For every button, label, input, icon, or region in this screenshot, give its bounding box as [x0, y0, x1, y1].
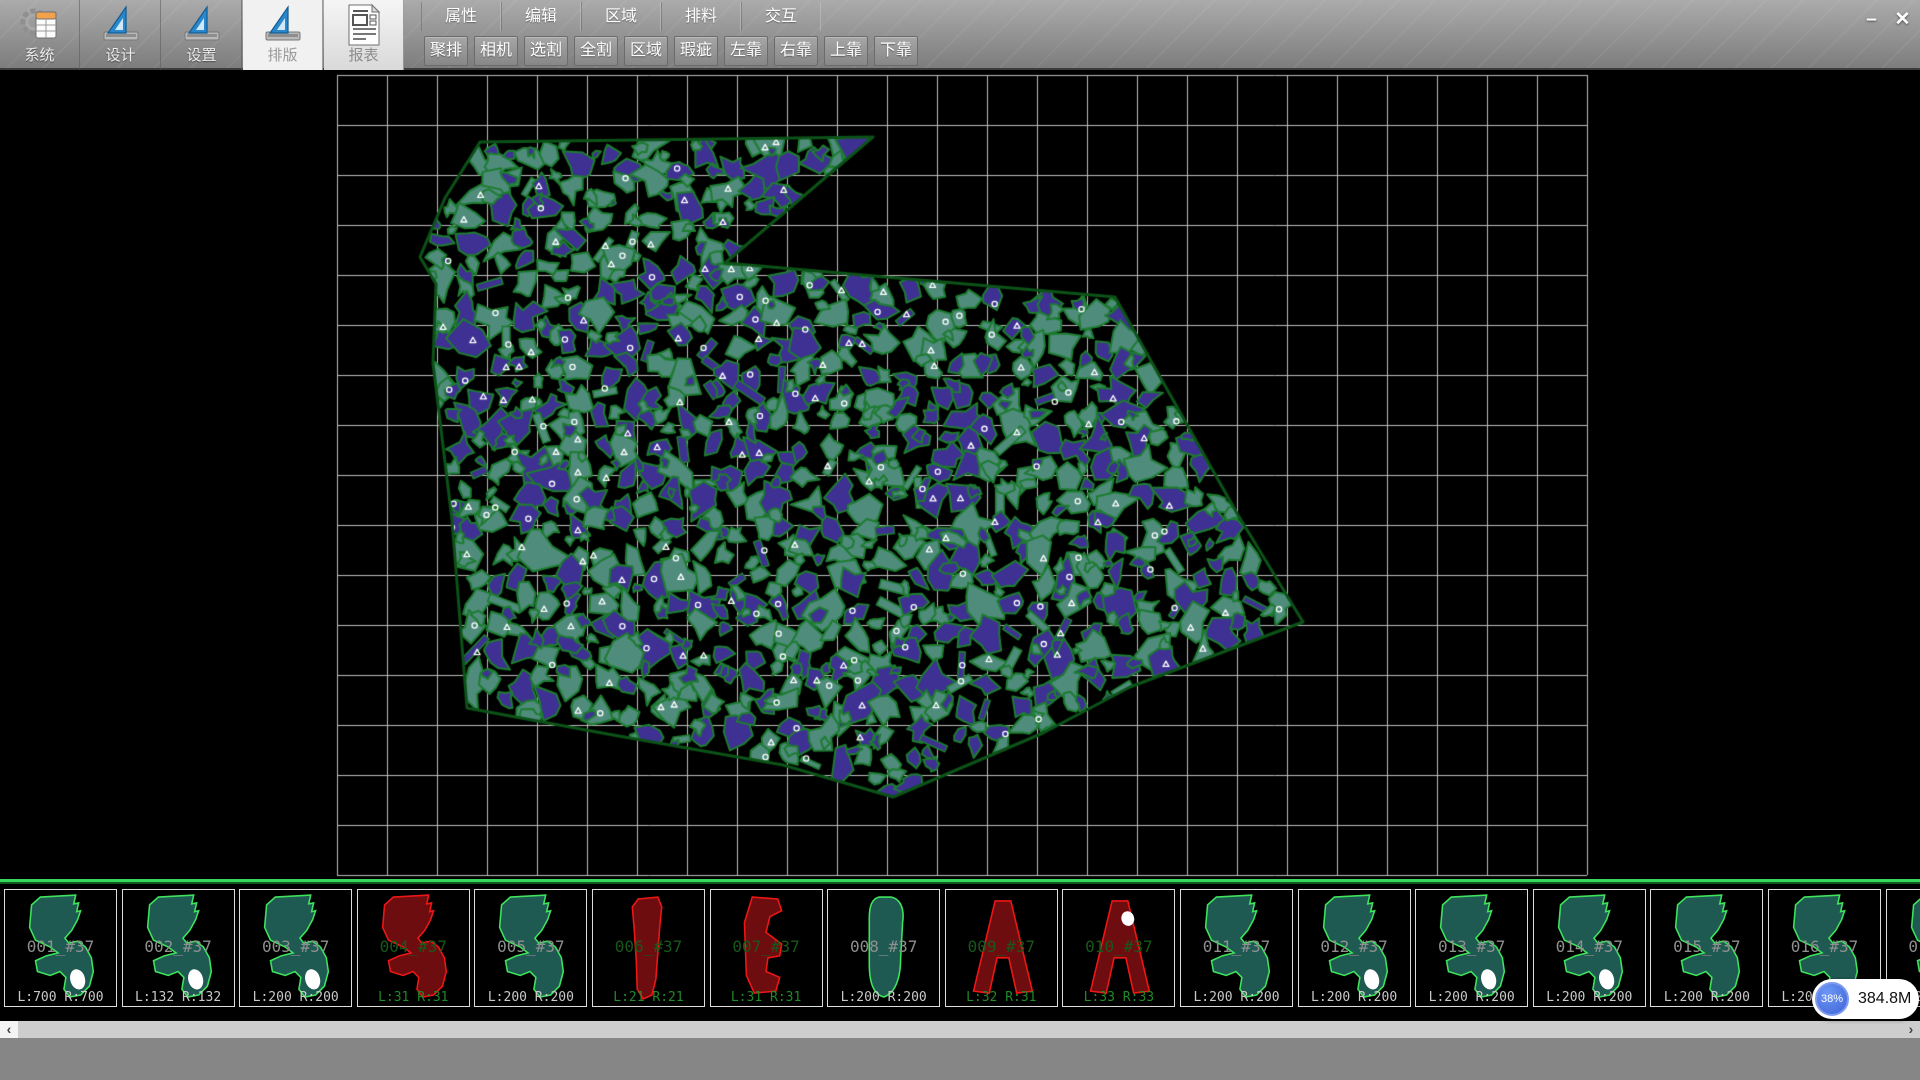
part-thumbnail-002_#37[interactable]: 002_#37 L:132 R:132	[122, 889, 235, 1007]
menu-item-交互[interactable]: 交互	[741, 2, 821, 31]
minimize-button[interactable]: –	[1858, 5, 1885, 34]
set-square-icon	[99, 4, 143, 46]
part-name: 007_#37	[711, 937, 822, 956]
tool-button-右靠[interactable]: 右靠	[774, 36, 818, 66]
status-badge: 38% 384.8M	[1812, 979, 1919, 1019]
part-counts: L:31 R:31	[711, 990, 822, 1005]
set-square-icon	[261, 4, 305, 46]
part-name: 017_#37	[1887, 937, 1920, 956]
part-thumbnail-007_#37[interactable]: 007_#37 L:31 R:31	[710, 889, 823, 1007]
mode-button-报表[interactable]: 报表	[324, 0, 404, 70]
mode-button-排版[interactable]: 排版	[243, 0, 323, 70]
part-name: 014_#37	[1534, 937, 1645, 956]
mode-button-系统[interactable]: 系统	[0, 0, 80, 70]
mode-button-label: 设置	[186, 47, 216, 65]
progress-ring: 38%	[1815, 982, 1849, 1016]
tool-button-选割[interactable]: 选割	[524, 36, 568, 66]
mode-button-label: 系统	[24, 47, 54, 65]
part-counts: L:33 R:33	[1063, 990, 1174, 1005]
menu-item-区域[interactable]: 区域	[581, 2, 661, 31]
part-counts: L:200 R:200	[1534, 990, 1645, 1005]
menu-item-编辑[interactable]: 编辑	[501, 2, 581, 31]
workspace-area	[0, 70, 1920, 879]
tool-button-聚排[interactable]: 聚排	[424, 36, 468, 66]
part-counts: L:21 R:21	[593, 990, 704, 1005]
part-counts: L:132 R:132	[123, 990, 234, 1005]
part-thumbnail-003_#37[interactable]: 003_#37 L:200 R:200	[239, 889, 352, 1007]
mode-button-label: 设计	[105, 47, 135, 65]
report-doc-icon	[342, 3, 386, 47]
part-name: 013_#37	[1416, 937, 1527, 956]
part-name: 002_#37	[123, 937, 234, 956]
set-square-icon	[180, 4, 224, 46]
part-thumbnail-011_#37[interactable]: 011_#37 L:200 R:200	[1180, 889, 1293, 1007]
menu-bar: 属性编辑区域排料交互	[421, 2, 821, 31]
part-name: 015_#37	[1651, 937, 1762, 956]
part-thumbnail-009_#37[interactable]: 009_#37 L:32 R:31	[945, 889, 1058, 1007]
nesting-canvas[interactable]	[0, 70, 1920, 879]
memory-usage: 384.8M	[1858, 990, 1911, 1008]
part-counts: L:700 R:700	[5, 990, 116, 1005]
tool-button-上靠[interactable]: 上靠	[824, 36, 868, 66]
part-thumbnail-005_#37[interactable]: 005_#37 L:200 R:200	[474, 889, 587, 1007]
part-thumbnail-014_#37[interactable]: 014_#37 L:200 R:200	[1533, 889, 1646, 1007]
tool-button-下靠[interactable]: 下靠	[874, 36, 918, 66]
tool-button-瑕疵[interactable]: 瑕疵	[674, 36, 718, 66]
tool-button-区域[interactable]: 区域	[624, 36, 668, 66]
mode-button-设计[interactable]: 设计	[81, 0, 161, 70]
toolbar: 系统 设计 设置 排版 报表 属性编辑区域排料交互 聚排相机选割全割区域瑕疵左靠…	[0, 0, 1920, 70]
part-counts: L:200 R:200	[1299, 990, 1410, 1005]
part-counts: L:31 R:31	[358, 990, 469, 1005]
scroll-right-button[interactable]: ›	[1902, 1021, 1920, 1038]
tool-button-row: 聚排相机选割全割区域瑕疵左靠右靠上靠下靠	[424, 36, 918, 66]
parts-thumbnail-strip: 001_#37 L:700 R:700 002_#37 L:132 R:132 …	[0, 879, 1920, 1021]
part-counts: L:200 R:200	[475, 990, 586, 1005]
part-thumbnail-006_#37[interactable]: 006_#37 L:21 R:21	[592, 889, 705, 1007]
part-name: 006_#37	[593, 937, 704, 956]
part-counts: L:200 R:200	[1651, 990, 1762, 1005]
part-thumbnail-012_#37[interactable]: 012_#37 L:200 R:200	[1298, 889, 1411, 1007]
part-name: 011_#37	[1181, 937, 1292, 956]
part-counts: L:200 R:200	[1181, 990, 1292, 1005]
part-counts: L:200 R:200	[1416, 990, 1527, 1005]
part-name: 008_#37	[828, 937, 939, 956]
part-name: 009_#37	[946, 937, 1057, 956]
part-name: 005_#37	[475, 937, 586, 956]
horizontal-scrollbar[interactable]: ‹ ›	[0, 1021, 1920, 1038]
part-thumbnail-001_#37[interactable]: 001_#37 L:700 R:700	[4, 889, 117, 1007]
menu-item-属性[interactable]: 属性	[421, 2, 501, 31]
part-name: 012_#37	[1299, 937, 1410, 956]
part-name: 010_#37	[1063, 937, 1174, 956]
part-thumbnail-015_#37[interactable]: 015_#37 L:200 R:200	[1650, 889, 1763, 1007]
mode-button-label: 报表	[348, 47, 378, 65]
part-thumbnail-013_#37[interactable]: 013_#37 L:200 R:200	[1415, 889, 1528, 1007]
application-window: 系统 设计 设置 排版 报表 属性编辑区域排料交互 聚排相机选割全割区域瑕疵左靠…	[0, 0, 1920, 1080]
part-thumbnail-004_#37[interactable]: 004_#37 L:31 R:31	[357, 889, 470, 1007]
part-thumbnail-008_#37[interactable]: 008_#37 L:200 R:200	[827, 889, 940, 1007]
part-name: 003_#37	[240, 937, 351, 956]
part-name: 016_#37	[1769, 937, 1880, 956]
part-name: 001_#37	[5, 937, 116, 956]
window-controls: – ✕	[1858, 5, 1916, 34]
part-thumbnail-010_#37[interactable]: 010_#37 L:33 R:33	[1062, 889, 1175, 1007]
part-counts: L:200 R:200	[240, 990, 351, 1005]
part-counts: L:32 R:31	[946, 990, 1057, 1005]
part-counts: L:200 R:200	[828, 990, 939, 1005]
status-bar	[0, 1038, 1920, 1080]
scroll-left-button[interactable]: ‹	[0, 1021, 18, 1038]
part-name: 004_#37	[358, 937, 469, 956]
strip-separator-line	[0, 882, 1920, 884]
mode-button-label: 排版	[267, 47, 297, 65]
tool-button-相机[interactable]: 相机	[474, 36, 518, 66]
system-gear-icon	[18, 4, 62, 46]
tool-button-全割[interactable]: 全割	[574, 36, 618, 66]
tool-button-左靠[interactable]: 左靠	[724, 36, 768, 66]
progress-percent: 38%	[1821, 993, 1843, 1005]
close-button[interactable]: ✕	[1889, 5, 1916, 34]
menu-item-排料[interactable]: 排料	[661, 2, 741, 31]
mode-button-设置[interactable]: 设置	[162, 0, 242, 70]
